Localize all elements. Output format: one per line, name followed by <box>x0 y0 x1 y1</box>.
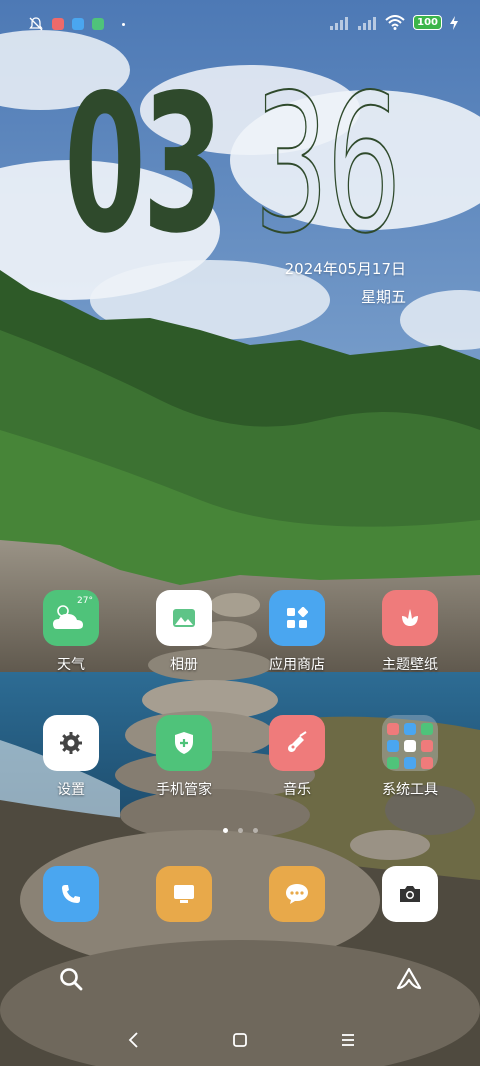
back-icon[interactable] <box>122 1028 146 1052</box>
folder-icon <box>382 715 438 771</box>
clock-minutes: 36 <box>253 54 402 275</box>
page-dot-2 <box>237 828 243 833</box>
app-label: 系统工具 <box>382 782 438 798</box>
desktop-icon[interactable] <box>156 866 212 922</box>
more-notifications-dot <box>122 22 125 26</box>
app-store[interactable]: 应用商店 <box>242 590 352 674</box>
app-music[interactable]: 音乐 <box>242 715 352 799</box>
clock-hours: 03 <box>64 54 224 275</box>
bell-muted-icon <box>29 17 43 31</box>
app-store-icon <box>269 590 325 646</box>
assistant-icon[interactable] <box>396 966 422 992</box>
home-icon[interactable] <box>228 1028 252 1052</box>
status-bar: 100 <box>0 0 480 50</box>
settings-icon <box>43 715 99 771</box>
app-weather[interactable]: 27° 天气 <box>16 590 126 674</box>
app-settings[interactable]: 设置 <box>16 715 126 799</box>
date-label: 2024年05月17日 <box>284 260 406 278</box>
notif-app-3-icon <box>92 18 104 30</box>
search-icon[interactable] <box>58 966 84 992</box>
music-icon <box>269 715 325 771</box>
signal-1-icon <box>330 16 349 30</box>
security-icon <box>156 715 212 771</box>
theme-icon <box>382 590 438 646</box>
page-dot-1 <box>222 828 228 833</box>
menu-icon[interactable] <box>336 1028 360 1052</box>
app-label: 相册 <box>170 657 198 673</box>
battery-icon: 100 <box>413 15 442 30</box>
app-theme[interactable]: 主题壁纸 <box>355 590 465 674</box>
page-indicator[interactable] <box>0 828 480 833</box>
app-label: 音乐 <box>283 782 311 798</box>
notif-app-1-icon <box>52 18 64 30</box>
navigation-bar <box>0 1020 480 1060</box>
app-label: 手机管家 <box>156 782 212 798</box>
camera-icon[interactable] <box>382 866 438 922</box>
folder-system-tools[interactable]: 系统工具 <box>355 715 465 799</box>
app-label: 主题壁纸 <box>382 657 438 673</box>
wifi-icon <box>385 15 405 30</box>
gallery-icon <box>156 590 212 646</box>
page-dot-3 <box>252 828 258 833</box>
charging-icon <box>450 15 458 30</box>
weekday-label: 星期五 <box>360 288 406 306</box>
signal-2-icon <box>358 16 377 30</box>
notif-app-2-icon <box>72 18 84 30</box>
app-label: 天气 <box>57 657 85 673</box>
messages-icon[interactable] <box>269 866 325 922</box>
app-phone-manager[interactable]: 手机管家 <box>129 715 239 799</box>
app-gallery[interactable]: 相册 <box>129 590 239 674</box>
clock-widget[interactable]: 03 36 <box>64 54 424 275</box>
weather-icon: 27° <box>43 590 99 646</box>
app-label: 应用商店 <box>269 657 325 673</box>
app-label: 设置 <box>57 782 85 798</box>
weather-temp: 27° <box>77 596 93 606</box>
phone-icon[interactable] <box>43 866 99 922</box>
